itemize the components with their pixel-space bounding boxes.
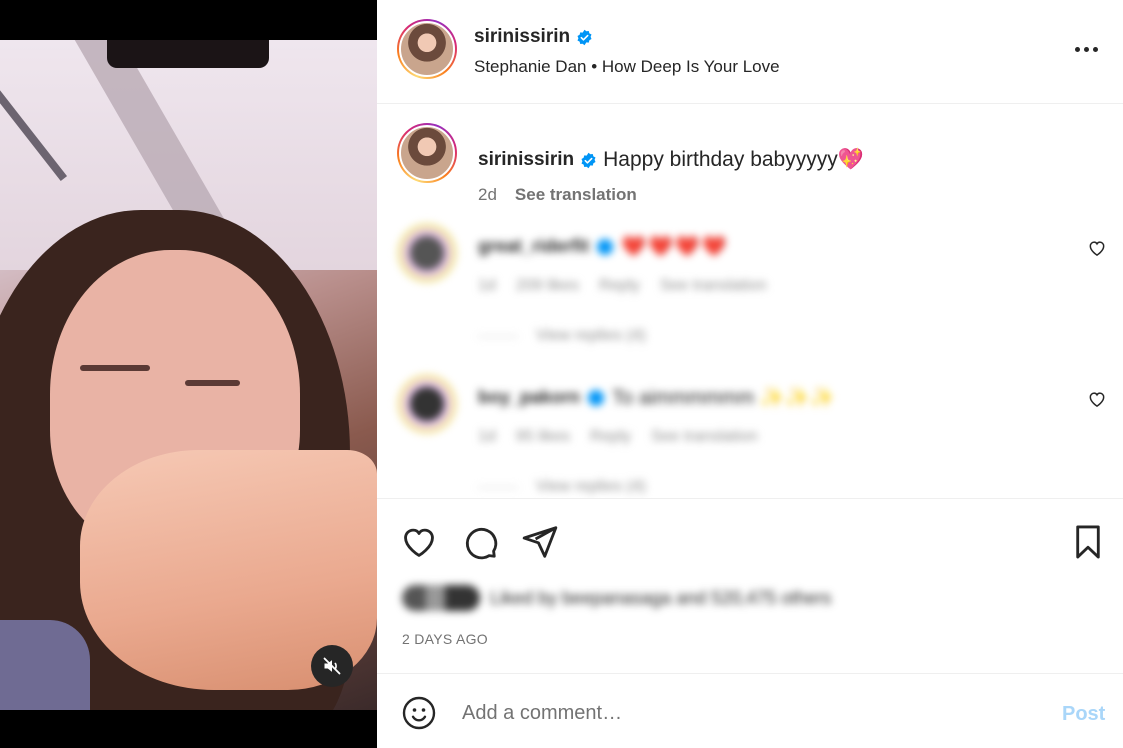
post-details-pane: sirinissirin Stephanie Dan • How Deep Is…	[377, 0, 1123, 748]
comment-likes[interactable]: 209 likes	[516, 277, 579, 295]
verified-badge-icon	[581, 152, 596, 168]
comment-like-heart-icon[interactable]	[1087, 238, 1107, 258]
see-translation-link[interactable]: See translation	[515, 185, 637, 205]
add-comment-bar: Post	[377, 675, 1123, 748]
caption-age[interactable]: 2d	[478, 185, 497, 205]
more-options-icon	[1074, 46, 1080, 52]
bookmark-icon[interactable]	[1069, 523, 1107, 561]
liker-avatars	[402, 585, 480, 611]
audio-artist[interactable]: Stephanie Dan	[474, 57, 586, 76]
reply-button[interactable]: Reply	[590, 428, 631, 446]
caption-username[interactable]: sirinissirin	[478, 149, 574, 171]
comment-likes[interactable]: 95 likes	[516, 428, 570, 446]
verified-badge-icon	[588, 389, 605, 406]
comment-text: To aimmmmmm ✨✨✨	[612, 387, 835, 409]
comment-avatar[interactable]	[397, 374, 457, 434]
comment-item: great_riderfit ❤️❤️❤️❤️ 1d 209 likes Rep…	[397, 215, 1097, 355]
media-pane	[0, 0, 377, 748]
caption: sirinissirin Happy birthday babyyyyy💖 2d…	[397, 123, 1097, 213]
caption-text: Happy birthday babyyyyy💖	[603, 148, 864, 171]
comment-age[interactable]: 1d	[478, 428, 496, 446]
paper-plane-icon[interactable]	[521, 523, 559, 561]
comment-like-heart-icon[interactable]	[1087, 389, 1107, 409]
verified-badge-icon	[577, 29, 592, 45]
post-comment-button[interactable]: Post	[1062, 703, 1105, 726]
reply-button[interactable]: Reply	[599, 277, 640, 295]
verified-badge-icon	[597, 238, 614, 255]
avatar[interactable]	[397, 19, 457, 79]
see-translation-link[interactable]: See translation	[660, 277, 767, 295]
audio-track[interactable]: How Deep Is Your Love	[602, 57, 780, 76]
likes-text: Liked by beepanasaga and 520,475 others	[490, 587, 832, 608]
likes-summary[interactable]: Liked by beepanasaga and 520,475 others	[402, 585, 831, 611]
view-replies-link[interactable]: View replies (4)	[536, 327, 646, 345]
comment-input[interactable]	[462, 695, 1022, 731]
comment-age[interactable]: 1d	[478, 277, 496, 295]
comment-avatar[interactable]	[397, 223, 457, 283]
speaker-muted-icon	[323, 657, 341, 675]
comment-item: boy_pakorn To aimmmmmm ✨✨✨ 1d 95 likes R…	[397, 366, 1097, 498]
audio-attribution: Stephanie Dan • How Deep Is Your Love	[474, 57, 780, 77]
smiley-icon[interactable]	[401, 695, 437, 731]
post-timestamp[interactable]: 2 DAYS AGO	[402, 631, 488, 647]
post-actions: Liked by beepanasaga and 520,475 others …	[377, 498, 1123, 674]
header-user: sirinissirin	[474, 26, 593, 48]
caption-avatar[interactable]	[397, 123, 457, 183]
heart-icon[interactable]	[400, 523, 438, 561]
comments-list[interactable]: sirinissirin Happy birthday babyyyyy💖 2d…	[377, 105, 1123, 498]
video-player[interactable]	[0, 40, 377, 710]
caption-line: sirinissirin Happy birthday babyyyyy💖	[478, 148, 864, 172]
comment-text: ❤️❤️❤️❤️	[621, 236, 729, 258]
see-translation-link[interactable]: See translation	[651, 428, 758, 446]
post-header: sirinissirin Stephanie Dan • How Deep Is…	[377, 0, 1123, 104]
more-options-button[interactable]	[1071, 36, 1101, 62]
caption-meta: 2d See translation	[478, 185, 637, 205]
comment-username[interactable]: great_riderfit	[478, 236, 589, 257]
comment-bubble-icon[interactable]	[461, 523, 499, 561]
header-username[interactable]: sirinissirin	[474, 26, 570, 48]
mute-toggle-button[interactable]	[311, 645, 353, 687]
audio-separator: •	[591, 57, 598, 76]
view-replies-link[interactable]: View replies (4)	[536, 478, 646, 496]
comment-username[interactable]: boy_pakorn	[478, 387, 580, 408]
